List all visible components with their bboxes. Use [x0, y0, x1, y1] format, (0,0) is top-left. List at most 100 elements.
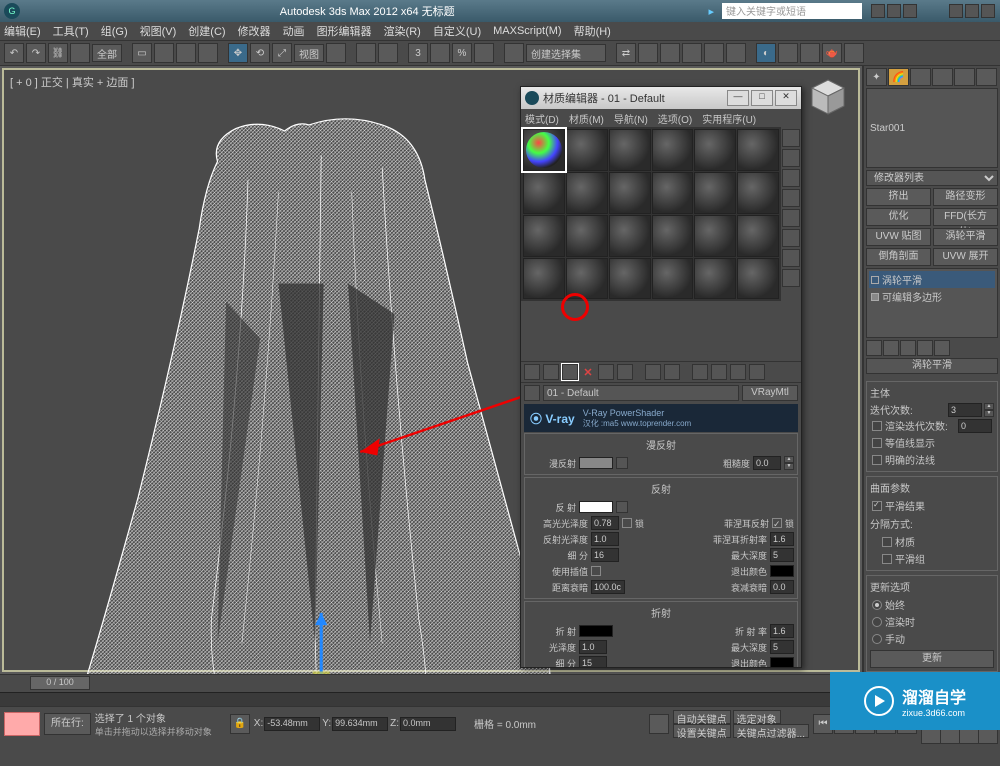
select-icon[interactable]: ▭ — [132, 43, 152, 63]
me-menu-mode[interactable]: 模式(D) — [525, 111, 559, 126]
dimdist-spinner[interactable]: 100.0c — [591, 580, 625, 594]
me-side-backlight-icon[interactable] — [782, 149, 800, 167]
stack-unique-icon[interactable] — [900, 340, 916, 356]
material-slot[interactable] — [737, 215, 779, 257]
named-sel-edit-icon[interactable] — [504, 43, 524, 63]
update-button[interactable]: 更新 — [870, 650, 994, 668]
me-get-material-icon[interactable] — [524, 364, 540, 380]
sep-mat-check[interactable] — [882, 537, 892, 547]
selected-object-indicator[interactable] — [4, 712, 40, 736]
diffuse-swatch[interactable] — [579, 457, 613, 469]
refr-maxdepth-spinner[interactable]: 5 — [770, 640, 794, 654]
btn-pathdeform[interactable]: 路径变形 — [933, 188, 998, 206]
scale-icon[interactable]: ⤢ — [272, 43, 292, 63]
keymode-icon[interactable] — [378, 43, 398, 63]
stack-item-editpoly[interactable]: 可编辑多边形 — [869, 288, 995, 305]
x-input[interactable]: -53.48mm — [264, 717, 320, 731]
dimfalloff-spinner[interactable]: 0.0 — [770, 580, 794, 594]
angle-snap-icon[interactable] — [430, 43, 450, 63]
btn-uvwmap[interactable]: UVW 贴图 — [866, 228, 931, 246]
tab-hierarchy-icon[interactable] — [910, 68, 931, 86]
close-button[interactable] — [981, 4, 995, 18]
me-titlebar[interactable]: 材质编辑器 - 01 - Default — □ ✕ — [521, 87, 801, 109]
render-iter-icon[interactable] — [844, 43, 864, 63]
menu-anim[interactable]: 动画 — [283, 23, 305, 39]
tab-motion-icon[interactable] — [932, 68, 953, 86]
help-icon[interactable] — [871, 4, 885, 18]
me-side-uvtile-icon[interactable] — [782, 189, 800, 207]
me-reset-icon[interactable]: ✕ — [581, 366, 595, 379]
material-slot[interactable] — [609, 258, 651, 300]
me-side-video-icon[interactable] — [782, 209, 800, 227]
btn-uvwunwrap[interactable]: UVW 展开 — [933, 248, 998, 266]
mirror-icon[interactable]: ⇄ — [616, 43, 636, 63]
material-slot[interactable] — [694, 215, 736, 257]
tab-display-icon[interactable] — [954, 68, 975, 86]
btn-turbosmooth[interactable]: 涡轮平滑 — [933, 228, 998, 246]
stack-pin-icon[interactable] — [866, 340, 882, 356]
material-slot-1[interactable] — [523, 129, 565, 171]
me-make-copy-icon[interactable] — [598, 364, 614, 380]
roughness-spinner[interactable]: 0.0 — [753, 456, 781, 470]
fresnel-ior-spinner[interactable]: 1.6 — [770, 532, 794, 546]
me-showmap-icon[interactable] — [692, 364, 708, 380]
diffuse-map-button[interactable] — [616, 457, 628, 469]
curve-icon[interactable] — [704, 43, 724, 63]
window-crossing-icon[interactable] — [198, 43, 218, 63]
fresnel-check[interactable]: ✓ — [772, 518, 782, 528]
stack-config-icon[interactable] — [934, 340, 950, 356]
rollout-reflect-title[interactable]: 反射 — [528, 481, 794, 496]
filter-dropdown[interactable]: 全部 — [92, 44, 122, 62]
material-slot[interactable] — [566, 258, 608, 300]
material-slot[interactable] — [523, 258, 565, 300]
menu-tools[interactable]: 工具(T) — [53, 23, 89, 39]
menu-render[interactable]: 渲染(R) — [384, 23, 421, 39]
subdivs-spinner[interactable]: 16 — [591, 548, 619, 562]
modifier-list-dropdown[interactable]: 修改器列表 — [866, 170, 998, 186]
iterations-arrows[interactable]: ▲▼ — [984, 403, 994, 417]
sep-smooth-check[interactable] — [882, 554, 892, 564]
render-prod-icon[interactable]: 🫖 — [822, 43, 842, 63]
iterations-spinner[interactable]: 3 — [948, 403, 982, 417]
me-showend-icon[interactable] — [711, 364, 727, 380]
spinner-snap-icon[interactable] — [474, 43, 494, 63]
me-menu-options[interactable]: 选项(O) — [658, 111, 692, 126]
menu-edit[interactable]: 编辑(E) — [4, 23, 41, 39]
refl-gloss-spinner[interactable]: 1.0 — [591, 532, 619, 546]
refr-subdivs-spinner[interactable]: 15 — [579, 656, 607, 667]
rendered-frame-icon[interactable] — [800, 43, 820, 63]
me-maximize-button[interactable]: □ — [751, 90, 773, 106]
tab-utils-icon[interactable] — [976, 68, 997, 86]
material-name-input[interactable]: 01 - Default — [543, 385, 739, 401]
material-slot[interactable] — [652, 258, 694, 300]
material-slot[interactable] — [652, 215, 694, 257]
refract-swatch[interactable] — [579, 625, 613, 637]
menu-maxscript[interactable]: MAXScript(M) — [493, 25, 561, 37]
search-input[interactable]: 键入关键字或短语 — [722, 3, 862, 19]
hilight-gloss-spinner[interactable]: 0.78 — [591, 516, 619, 530]
tab-create-icon[interactable]: ✦ — [866, 68, 887, 86]
material-slot[interactable] — [523, 172, 565, 214]
me-matid-icon[interactable] — [664, 364, 680, 380]
me-minimize-button[interactable]: — — [727, 90, 749, 106]
material-slot[interactable] — [694, 258, 736, 300]
view-cube[interactable] — [804, 74, 852, 122]
material-slot[interactable] — [694, 172, 736, 214]
setkey-button[interactable]: 设置关键点 — [673, 724, 731, 738]
lock-selection-icon[interactable]: 🔒 — [230, 714, 250, 734]
me-menu-nav[interactable]: 导航(N) — [614, 111, 648, 126]
lock-check[interactable] — [622, 518, 632, 528]
smooth-result-check[interactable] — [872, 501, 882, 511]
rollout-diffuse-title[interactable]: 漫反射 — [528, 437, 794, 452]
material-slot[interactable] — [609, 129, 651, 171]
menu-create[interactable]: 创建(C) — [188, 23, 225, 39]
star-icon[interactable] — [887, 4, 901, 18]
rotate-icon[interactable]: ⟲ — [250, 43, 270, 63]
time-slider[interactable]: 0 / 100 — [30, 676, 90, 690]
exit-color-swatch[interactable] — [770, 565, 794, 577]
schematic-icon[interactable] — [726, 43, 746, 63]
me-assign-selection-icon[interactable] — [562, 364, 578, 380]
material-slot[interactable] — [737, 129, 779, 171]
select-region-icon[interactable] — [176, 43, 196, 63]
material-slot[interactable] — [737, 258, 779, 300]
